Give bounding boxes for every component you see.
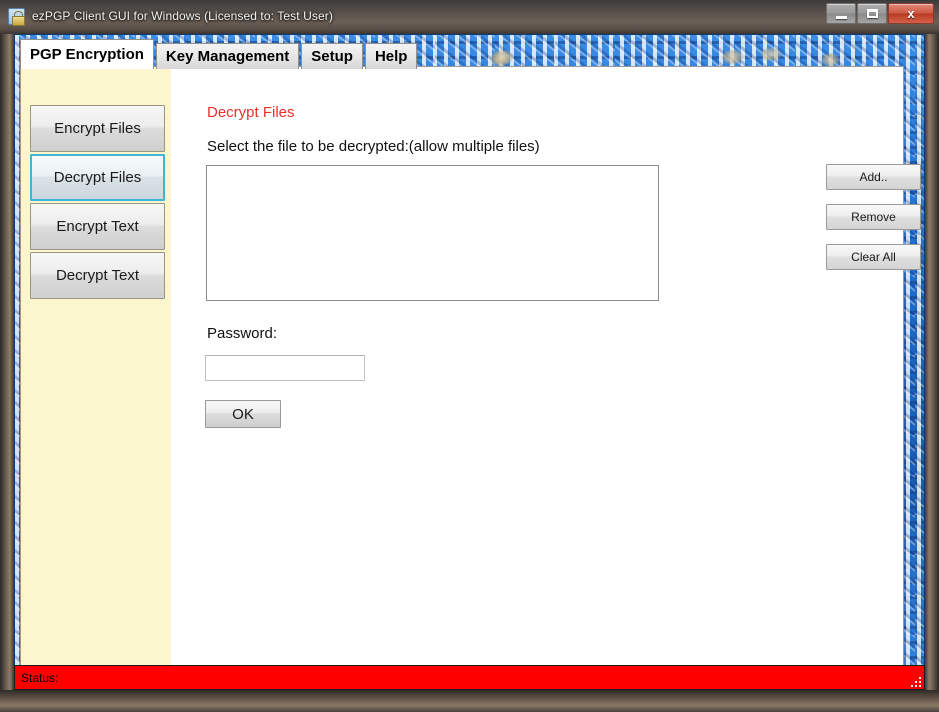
- password-label: Password:: [207, 325, 277, 342]
- window-title: ezPGP Client GUI for Windows (Licensed t…: [32, 9, 333, 23]
- add-button-label: Add..: [859, 170, 887, 184]
- ok-button-label: OK: [232, 406, 254, 423]
- sidebar-item-decrypt-files[interactable]: Decrypt Files: [30, 154, 165, 201]
- window-frame-bottom-edge: [0, 690, 939, 712]
- password-input[interactable]: [205, 355, 365, 381]
- remove-button-label: Remove: [851, 210, 896, 224]
- sidebar-item-label: Encrypt Text: [56, 218, 138, 235]
- application-window: ezPGP Client GUI for Windows (Licensed t…: [0, 0, 939, 712]
- resize-grip[interactable]: [907, 673, 921, 687]
- close-button[interactable]: x: [888, 3, 934, 24]
- sidebar-item-label: Encrypt Files: [54, 120, 141, 137]
- tab-setup[interactable]: Setup: [301, 43, 363, 69]
- tab-key-management[interactable]: Key Management: [156, 43, 299, 69]
- window-frame-right-edge: [925, 34, 939, 712]
- file-list-actions: Add.. Remove Clear All: [826, 164, 921, 284]
- remove-button[interactable]: Remove: [826, 204, 921, 230]
- clear-all-button-label: Clear All: [851, 250, 896, 264]
- maximize-button[interactable]: [857, 3, 887, 24]
- tab-pgp-encryption[interactable]: PGP Encryption: [20, 39, 154, 69]
- application-body: PGP Encryption Key Management Setup Help…: [14, 34, 925, 679]
- tab-label: Help: [375, 49, 408, 64]
- tab-help[interactable]: Help: [365, 43, 418, 69]
- tab-label: Setup: [311, 49, 353, 64]
- file-list-box[interactable]: [206, 165, 659, 301]
- tab-label: PGP Encryption: [30, 47, 144, 62]
- clear-all-button[interactable]: Clear All: [826, 244, 921, 270]
- decrypt-files-form: Decrypt Files Select the file to be decr…: [172, 67, 903, 672]
- title-bar: ezPGP Client GUI for Windows (Licensed t…: [0, 0, 939, 32]
- padlock-icon: [8, 8, 25, 25]
- minimize-button[interactable]: [826, 3, 856, 24]
- file-select-label: Select the file to be decrypted:(allow m…: [207, 138, 540, 155]
- add-button[interactable]: Add..: [826, 164, 921, 190]
- close-icon: x: [907, 7, 914, 20]
- sidebar-button-group: Encrypt Files Decrypt Files Encrypt Text…: [30, 105, 165, 301]
- tab-label: Key Management: [166, 49, 289, 64]
- sidebar-item-label: Decrypt Files: [54, 169, 142, 186]
- page-title: Decrypt Files: [207, 104, 295, 121]
- sidebar-item-encrypt-text[interactable]: Encrypt Text: [30, 203, 165, 250]
- tab-bar: PGP Encryption Key Management Setup Help: [20, 39, 419, 69]
- window-controls: x: [825, 3, 934, 25]
- ok-button[interactable]: OK: [205, 400, 281, 428]
- status-bar: Status:: [14, 665, 925, 690]
- sidebar-item-encrypt-files[interactable]: Encrypt Files: [30, 105, 165, 152]
- window-frame-left-edge: [0, 34, 14, 712]
- status-text: Status:: [21, 671, 58, 685]
- tab-content-panel: Encrypt Files Decrypt Files Encrypt Text…: [20, 66, 904, 673]
- sidebar: Encrypt Files Decrypt Files Encrypt Text…: [21, 67, 172, 672]
- sidebar-item-decrypt-text[interactable]: Decrypt Text: [30, 252, 165, 299]
- sidebar-item-label: Decrypt Text: [56, 267, 139, 284]
